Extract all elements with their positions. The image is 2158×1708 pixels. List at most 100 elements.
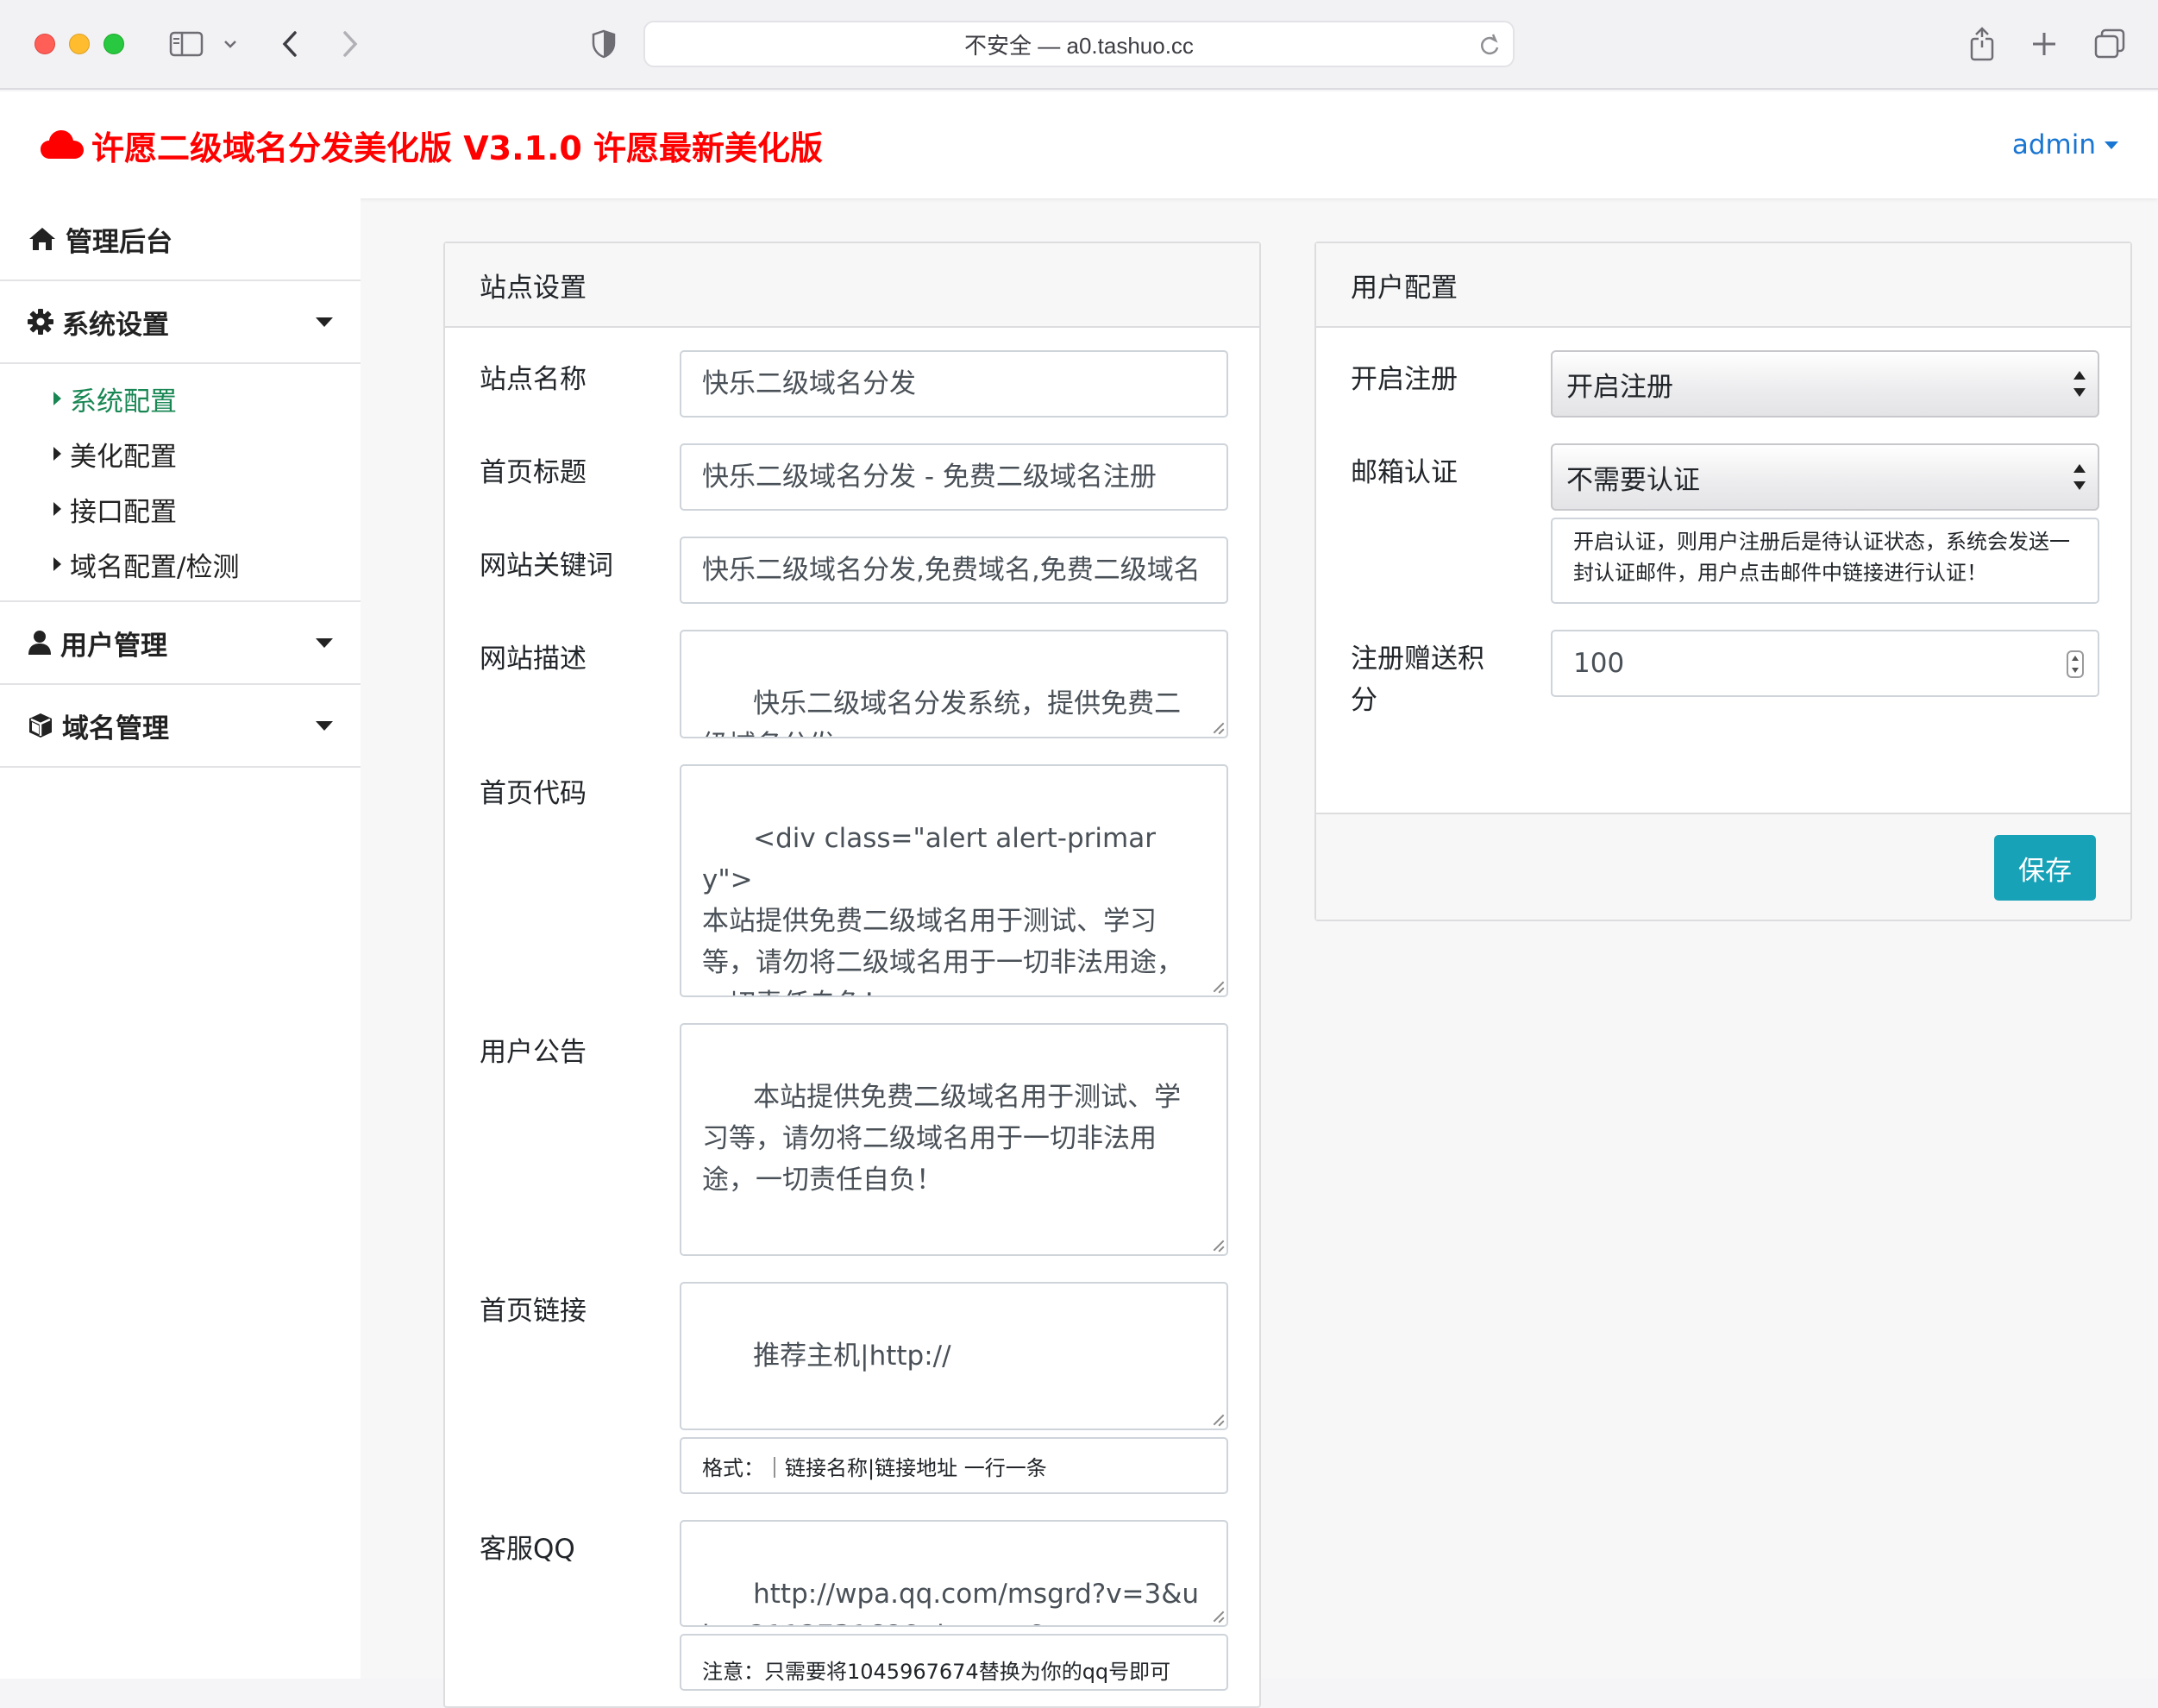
home-links-label: 首页链接 [480, 1296, 587, 1327]
description-value: 快乐二级域名分发系统，提供免费二级域名分发 [702, 688, 1182, 737]
close-window-button[interactable] [35, 34, 55, 54]
sidebar-subitem-api-config[interactable]: 接口配置 [53, 485, 177, 533]
brand[interactable]: 许愿二级域名分发美化版 V3.1.0 许愿最新美化版 [40, 122, 823, 167]
home-links-value: 推荐主机|http:// [753, 1341, 951, 1372]
email-verify-select-value: 不需要认证 [1566, 464, 1700, 496]
address-bar[interactable]: 不安全 — a0.tashuo.cc [643, 21, 1515, 67]
register-label: 开启注册 [1351, 364, 1458, 395]
sidebar-item-user-management[interactable]: 用户管理 [0, 602, 361, 685]
sidebar-item-domain-management[interactable]: 域名管理 [0, 685, 361, 768]
resize-handle-icon[interactable] [1212, 1611, 1224, 1623]
site-settings-card: 站点设置 站点名称 快乐二级域名分发 首页标题 快乐二级域名分发 - 免费二级域… [443, 242, 1261, 1708]
sidebar-item-label: 域名管理 [62, 713, 169, 744]
stepper-icon[interactable] [2067, 650, 2084, 678]
caret-down-icon [316, 317, 333, 327]
user-menu[interactable]: admin [2012, 129, 2118, 160]
qq-textarea[interactable]: http://wpa.qq.com/msgrd?v=3&uin=21127316… [680, 1520, 1228, 1627]
email-verify-hint: 开启认证，则用户注册后是待认证状态，系统会发送一封认证邮件，用户点击邮件中链接进… [1551, 518, 2099, 604]
home-icon [29, 228, 55, 250]
home-links-textarea[interactable]: 推荐主机|http:// [680, 1282, 1228, 1430]
sidebar-item-system-settings[interactable]: 系统设置 [0, 281, 361, 364]
sidebar: 管理后台 系统设置 系统配置 美化配置 接口配置 域名配置/检测 用户管理 域名… [0, 198, 361, 1679]
top-navbar: 许愿二级域名分发美化版 V3.1.0 许愿最新美化版 admin [0, 91, 2158, 198]
zoom-window-button[interactable] [104, 34, 124, 54]
privacy-shield-icon[interactable] [587, 24, 621, 64]
caret-down-icon [316, 638, 333, 648]
brand-title: 许愿二级域名分发美化版 V3.1.0 许愿最新美化版 [91, 129, 824, 167]
browser-toolbar: 不安全 — a0.tashuo.cc [0, 0, 2158, 90]
user-config-footer: 保存 [1316, 813, 2130, 920]
sidebar-toggle-icon[interactable] [166, 24, 207, 64]
email-verify-select[interactable]: 不需要认证 [1551, 443, 2099, 511]
home-code-value: <div class="alert alert-primary"> 本站提供免费… [702, 823, 1183, 995]
site-name-input[interactable]: 快乐二级域名分发 [680, 350, 1228, 418]
home-code-label: 首页代码 [480, 778, 587, 809]
qq-hint-text: 注意：只需要将1045967674替换为你的qq号即可 [702, 1660, 1171, 1684]
back-icon[interactable] [274, 24, 305, 64]
keywords-label: 网站关键词 [480, 550, 613, 581]
site-settings-title: 站点设置 [445, 243, 1259, 328]
home-title-label: 首页标题 [480, 457, 587, 488]
sidebar-subitem-system-config[interactable]: 系统配置 [53, 374, 177, 423]
sidebar-item-dashboard[interactable]: 管理后台 [0, 198, 361, 281]
resize-handle-icon[interactable] [1212, 1240, 1224, 1252]
forward-icon[interactable] [335, 24, 366, 64]
register-select[interactable]: 开启注册 [1551, 350, 2099, 418]
sidebar-item-label: 系统设置 [62, 309, 169, 341]
notice-label: 用户公告 [480, 1037, 587, 1068]
user-name: admin [2011, 129, 2096, 160]
notice-textarea[interactable]: 本站提供免费二级域名用于测试、学习等，请勿将二级域名用于一切非法用途，一切责任自… [680, 1023, 1228, 1256]
sidebar-subitem-label: 系统配置 [70, 386, 177, 418]
notice-value: 本站提供免费二级域名用于测试、学习等，请勿将二级域名用于一切非法用途，一切责任自… [702, 1082, 1182, 1196]
caret-right-icon [53, 557, 61, 571]
keywords-value: 快乐二级域名分发,免费域名,免费二级域名 [702, 555, 1201, 586]
tab-overview-icon[interactable] [2091, 24, 2129, 64]
cube-icon [29, 713, 52, 738]
qq-value: http://wpa.qq.com/msgrd?v=3&uin=21127316… [702, 1579, 1200, 1625]
email-verify-label: 邮箱认证 [1351, 457, 1458, 488]
user-config-title: 用户配置 [1316, 243, 2130, 328]
sidebar-subitem-label: 接口配置 [70, 496, 177, 528]
email-verify-hint-text: 开启认证，则用户注册后是待认证状态，系统会发送一封认证邮件，用户点击邮件中链接进… [1573, 530, 2070, 585]
site-name-value: 快乐二级域名分发 [702, 368, 916, 399]
resize-handle-icon[interactable] [1212, 722, 1224, 734]
select-arrows-icon [2073, 371, 2086, 397]
bonus-number-input[interactable]: 100 [1551, 630, 2099, 697]
resize-handle-icon[interactable] [1212, 981, 1224, 993]
reload-icon[interactable] [1478, 33, 1501, 63]
home-code-textarea[interactable]: <div class="alert alert-primary"> 本站提供免费… [680, 764, 1228, 997]
sidebar-subitem-label: 美化配置 [70, 441, 177, 473]
bonus-label: 注册赠送积分 [1351, 644, 1484, 716]
caret-right-icon [53, 392, 61, 405]
description-textarea[interactable]: 快乐二级域名分发系统，提供免费二级域名分发 [680, 630, 1228, 738]
sidebar-item-label: 管理后台 [66, 226, 173, 258]
bonus-value: 100 [1573, 648, 1625, 679]
save-button[interactable]: 保存 [1994, 835, 2096, 901]
register-select-value: 开启注册 [1566, 371, 1673, 403]
select-arrows-icon [2073, 464, 2086, 490]
sidebar-subitem-domain-config[interactable]: 域名配置/检测 [53, 540, 239, 588]
user-icon [28, 631, 51, 655]
cloud-icon [41, 130, 84, 159]
caret-right-icon [53, 447, 61, 461]
home-title-input[interactable]: 快乐二级域名分发 - 免费二级域名注册 [680, 443, 1228, 511]
gear-icon [28, 309, 53, 335]
user-config-card: 用户配置 开启注册 开启注册 邮箱认证 不需要认证 开启认证，则用户注册后是待认… [1314, 242, 2132, 921]
minimize-window-button[interactable] [69, 34, 90, 54]
caret-down-icon [316, 721, 333, 731]
keywords-input[interactable]: 快乐二级域名分发,免费域名,免费二级域名 [680, 537, 1228, 604]
sidebar-item-label: 用户管理 [60, 630, 167, 662]
resize-handle-icon[interactable] [1212, 1414, 1224, 1426]
site-name-label: 站点名称 [480, 364, 587, 395]
address-text: 不安全 — a0.tashuo.cc [964, 32, 1194, 59]
description-label: 网站描述 [480, 644, 587, 675]
home-title-value: 快乐二级域名分发 - 免费二级域名注册 [702, 462, 1157, 493]
qq-label: 客服QQ [480, 1534, 575, 1565]
caret-down-icon [2105, 141, 2118, 149]
share-icon[interactable] [1965, 24, 1999, 64]
chevron-down-icon[interactable] [219, 24, 242, 64]
new-tab-icon[interactable] [2027, 24, 2061, 64]
sidebar-subitem-beautify-config[interactable]: 美化配置 [53, 430, 177, 478]
home-links-hint: 格式：｜链接名称|链接地址 一行一条 [680, 1437, 1228, 1494]
caret-right-icon [53, 502, 61, 516]
